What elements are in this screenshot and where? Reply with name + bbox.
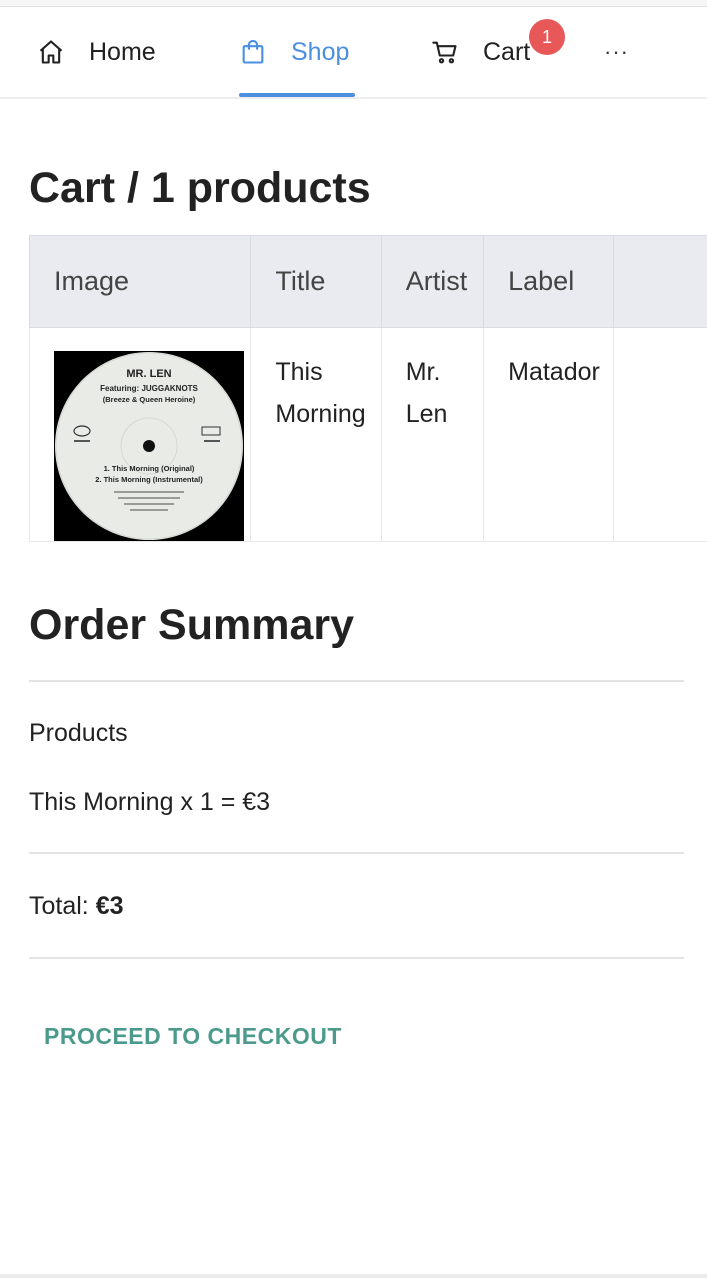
cart-table: Image Title Artist Label MR. LEN Featuri… xyxy=(29,235,707,542)
products-heading: Products xyxy=(29,719,128,747)
nav-item-cart[interactable]: Cart xyxy=(431,7,530,97)
active-tab-indicator xyxy=(239,93,355,97)
svg-text:1. This Morning (Original): 1. This Morning (Original) xyxy=(104,464,195,473)
home-icon xyxy=(37,38,65,66)
nav-home-label: Home xyxy=(89,37,156,66)
browser-top-edge xyxy=(0,0,707,7)
nav-item-home[interactable]: Home xyxy=(37,7,156,97)
column-header-overflow xyxy=(613,235,707,328)
cell-image: MR. LEN Featuring: JUGGAKNOTS (Breeze & … xyxy=(29,327,252,542)
summary-divider-middle xyxy=(29,852,684,854)
cell-label: Matador xyxy=(483,327,615,542)
order-summary-title: Order Summary xyxy=(29,601,355,649)
total-label: Total: xyxy=(29,892,89,920)
column-header-title: Title xyxy=(250,235,382,328)
order-line-item: This Morning x 1 = €3 xyxy=(29,788,271,816)
table-row: MR. LEN Featuring: JUGGAKNOTS (Breeze & … xyxy=(29,327,707,542)
nav-item-shop[interactable]: Shop xyxy=(239,7,349,97)
cell-title: This Morning xyxy=(250,327,382,542)
shopping-bag-icon xyxy=(239,38,267,66)
nav-shop-label: Shop xyxy=(291,37,350,66)
svg-text:MR. LEN: MR. LEN xyxy=(126,368,171,380)
cart-icon xyxy=(431,38,459,66)
column-header-image: Image xyxy=(29,235,252,328)
total-value: €3 xyxy=(95,892,124,920)
summary-divider-top xyxy=(29,680,684,682)
order-total: Total: €3 xyxy=(29,891,124,921)
cell-artist: Mr. Len xyxy=(380,327,485,542)
column-header-artist: Artist xyxy=(380,235,485,328)
summary-divider-bottom xyxy=(29,957,684,959)
cart-title: Cart / 1 products xyxy=(29,164,371,212)
more-menu-button[interactable]: ··· xyxy=(604,7,629,97)
bottom-edge xyxy=(0,1274,707,1278)
vinyl-record-cover-image: MR. LEN Featuring: JUGGAKNOTS (Breeze & … xyxy=(54,351,244,541)
svg-text:2. This Morning (Instrumental): 2. This Morning (Instrumental) xyxy=(95,475,203,484)
cart-table-container: Image Title Artist Label MR. LEN Featuri… xyxy=(29,235,707,565)
svg-text:(Breeze & Queen Heroine): (Breeze & Queen Heroine) xyxy=(103,395,196,404)
more-icon: ··· xyxy=(604,39,629,64)
svg-text:Featuring: JUGGAKNOTS: Featuring: JUGGAKNOTS xyxy=(100,384,198,393)
proceed-to-checkout-button[interactable]: PROCEED TO CHECKOUT xyxy=(29,1006,357,1066)
top-navigation: Home Shop Cart 1 ··· xyxy=(0,7,707,99)
column-header-label: Label xyxy=(483,235,615,328)
nav-cart-label: Cart xyxy=(483,37,531,66)
cell-overflow xyxy=(613,327,707,542)
table-header-row: Image Title Artist Label xyxy=(29,235,707,328)
cart-count-badge: 1 xyxy=(529,19,565,55)
